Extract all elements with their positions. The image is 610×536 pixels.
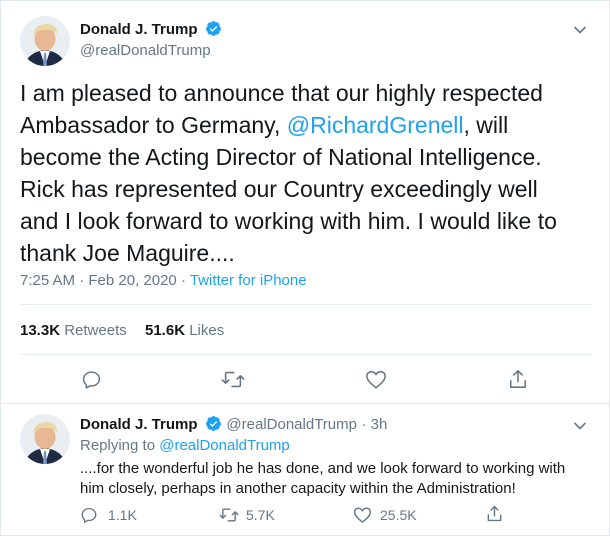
reply-header: Donald J. Trump @realDonaldTrump · 3h <box>80 415 387 437</box>
like-icon <box>353 506 372 524</box>
reply-text: ....for the wonderful job he has done, a… <box>80 460 566 497</box>
replying-to-link[interactable]: @realDonaldTrump <box>159 437 290 454</box>
retweets-stat[interactable]: 13.3K Retweets <box>20 322 127 339</box>
share-icon[interactable] <box>508 368 528 390</box>
reply-author-avatar[interactable] <box>20 414 70 464</box>
reply-author-handle[interactable]: @realDonaldTrump <box>226 416 357 433</box>
reply-age[interactable]: · 3h <box>361 416 387 433</box>
retweet-icon <box>219 506 239 524</box>
like-count: 25.5K <box>380 507 417 523</box>
tweet-text: I am pleased to announce that our highly… <box>20 77 580 269</box>
reply-count: 1.1K <box>108 507 137 523</box>
chevron-down-icon[interactable] <box>573 418 587 436</box>
retweets-label: Retweets <box>64 322 127 339</box>
tweet-card: Donald J. Trump @realDonaldTrump I am pl… <box>0 0 610 536</box>
share-icon[interactable] <box>486 504 503 523</box>
divider <box>20 304 592 305</box>
reply-retweet-button[interactable]: 5.7K <box>219 506 275 524</box>
author-name-row: Donald J. Trump <box>80 20 222 42</box>
retweet-icon[interactable] <box>221 369 245 390</box>
author-avatar[interactable] <box>20 16 70 66</box>
reply-icon[interactable] <box>81 369 102 390</box>
divider <box>20 354 592 355</box>
reply-author-name[interactable]: Donald J. Trump <box>80 416 198 433</box>
likes-label: Likes <box>189 322 225 339</box>
reply-reply-button[interactable]: 1.1K <box>80 506 137 524</box>
tweet-timestamp[interactable]: 7:25 AM · Feb 20, 2020 <box>20 272 177 289</box>
verified-badge-icon <box>205 20 222 42</box>
author-handle[interactable]: @realDonaldTrump <box>80 42 211 59</box>
likes-count: 51.6K <box>145 322 186 339</box>
thread-divider <box>1 403 609 404</box>
likes-stat[interactable]: 51.6K Likes <box>145 322 224 339</box>
mention-link[interactable]: @RichardGrenell <box>287 112 464 138</box>
like-icon[interactable] <box>365 369 387 390</box>
retweet-count: 5.7K <box>246 507 275 523</box>
tweet-source-link[interactable]: Twitter for iPhone <box>190 272 307 289</box>
author-name[interactable]: Donald J. Trump <box>80 21 198 38</box>
tweet-meta: 7:25 AM · Feb 20, 2020 · Twitter for iPh… <box>20 272 307 289</box>
chevron-down-icon[interactable] <box>573 22 587 40</box>
reply-icon <box>80 506 98 524</box>
replying-to: Replying to @realDonaldTrump <box>80 437 290 454</box>
verified-badge-icon <box>205 415 222 437</box>
meta-separator: · <box>176 272 190 289</box>
retweets-count: 13.3K <box>20 322 61 339</box>
reply-like-button[interactable]: 25.5K <box>353 506 417 524</box>
replying-to-label: Replying to <box>80 437 160 454</box>
